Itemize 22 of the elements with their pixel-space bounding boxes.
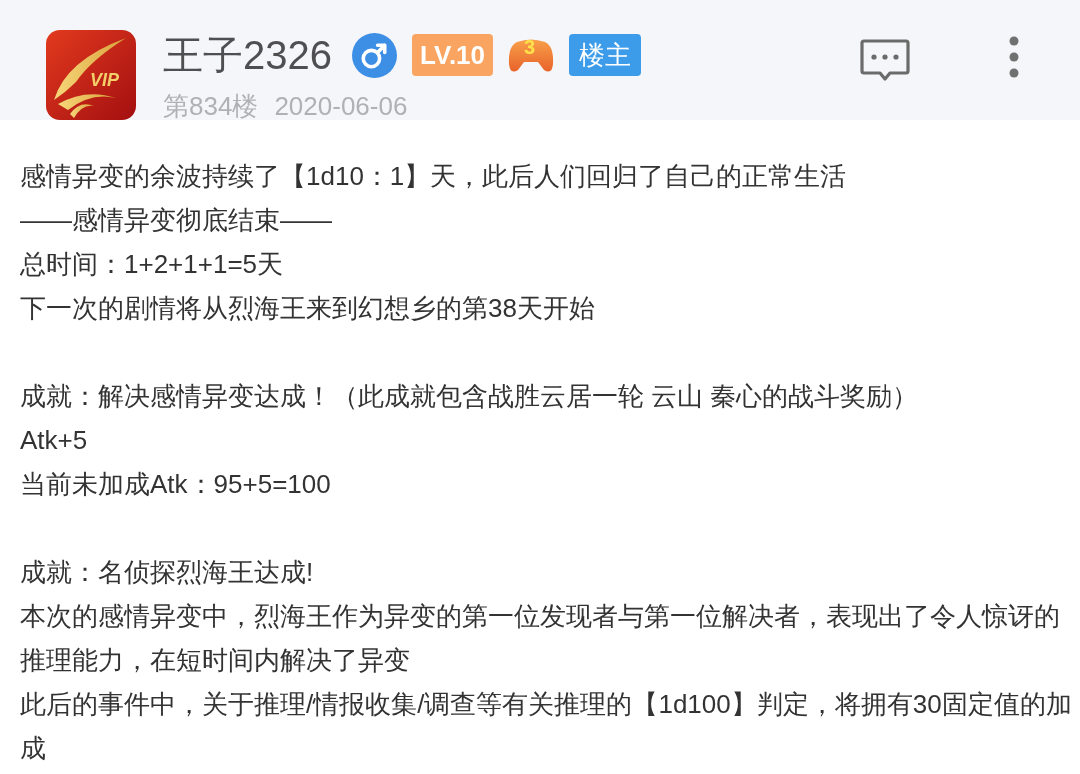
- more-button[interactable]: [1008, 36, 1020, 78]
- post-text: 成就：解决感情异变达成！（此成就包含战胜云居一轮 云山 秦心的战斗奖励）: [20, 380, 920, 413]
- controller-number: 3: [524, 36, 536, 58]
- post-text: 感情异变的余波持续了【1d10：1】天，此后人们回归了自己的正常生活: [20, 160, 848, 193]
- post-text: 成就：名侦探烈海王达成!: [20, 556, 315, 589]
- comment-button[interactable]: [860, 38, 910, 82]
- username[interactable]: 王子2326: [163, 31, 332, 79]
- post-text: 下一次的剧情将从烈海王来到幻想乡的第38天开始: [20, 292, 596, 325]
- more-vertical-icon: [1008, 36, 1020, 78]
- post-text: Atk+5: [20, 424, 89, 457]
- post-text: 当前未加成Atk：95+5=100: [20, 468, 332, 501]
- level-badge: LV.10: [412, 34, 494, 76]
- post-text: 总时间：1+2+1+1=5天: [20, 248, 285, 281]
- post-text: 此后的事件中，关于推理/情报收集/调查等有关推理的【1d100】判定，将拥有30固定值的加成: [20, 688, 1072, 765]
- owner-badge: 楼主: [569, 34, 642, 76]
- avatar-text: VIP: [90, 70, 119, 90]
- post-text: 本次的感情异变中，烈海王作为异变的第一位发现者与第一位解决者，表现出了令人惊讶的推理能力，在短时间内解决了异变: [20, 600, 1061, 677]
- post-date: 2020-06-06: [274, 93, 408, 119]
- male-symbol-icon: [352, 32, 397, 78]
- speech-bubble-icon: [860, 38, 910, 82]
- floor-number: 第834楼: [163, 93, 259, 119]
- post-text: ——感情异变彻底结束——: [20, 204, 333, 237]
